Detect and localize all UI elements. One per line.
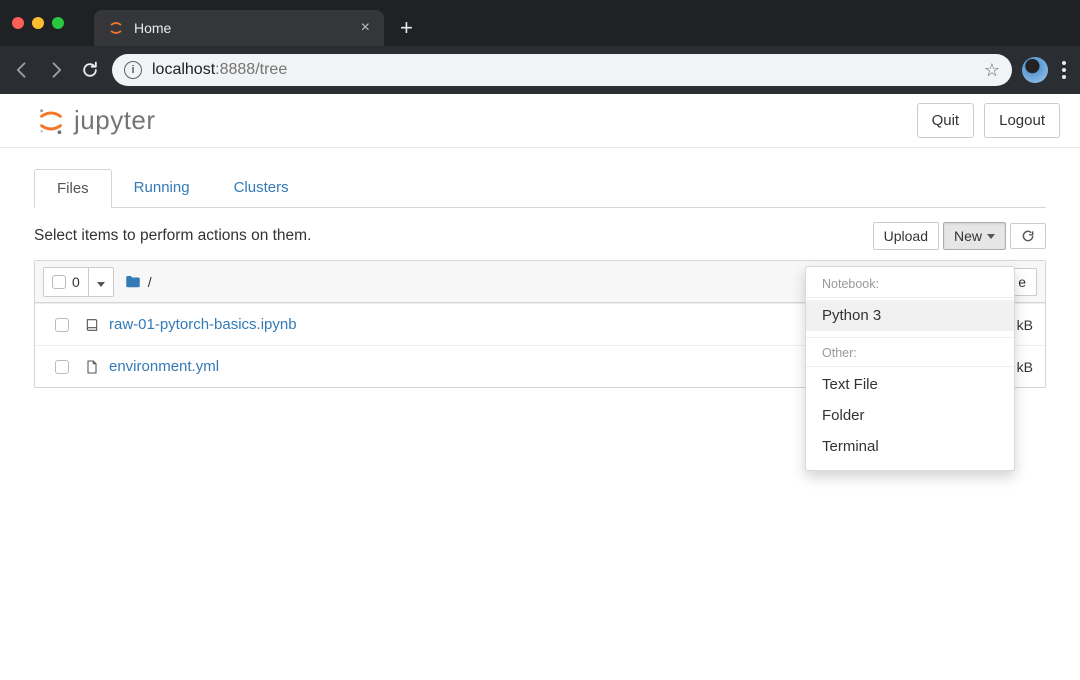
jupyter-favicon-icon [108, 20, 124, 36]
forward-button[interactable] [44, 58, 68, 82]
browser-menu-icon[interactable] [1058, 57, 1070, 83]
jupyter-wordmark: jupyter [74, 105, 156, 136]
window-minimize-button[interactable] [32, 17, 44, 29]
file-link[interactable]: raw-01-pytorch-basics.ipynb [109, 316, 297, 333]
window-zoom-button[interactable] [52, 17, 64, 29]
url-path: /tree [255, 61, 287, 78]
upload-button[interactable]: Upload [873, 222, 939, 250]
select-dropdown[interactable] [88, 268, 113, 296]
jupyter-header: jupyter Quit Logout [0, 94, 1080, 148]
profile-avatar[interactable] [1022, 57, 1048, 83]
url-port: :8888 [215, 61, 255, 78]
tab-files[interactable]: Files [34, 169, 112, 208]
new-tab-button[interactable]: + [384, 10, 429, 46]
file-size: kB [1017, 359, 1033, 375]
reload-button[interactable] [78, 58, 102, 82]
menu-item-textfile[interactable]: Text File [806, 369, 1014, 400]
new-button[interactable]: New [943, 222, 1006, 250]
row-checkbox[interactable] [55, 318, 69, 332]
browser-toolbar: i localhost:8888/tree ☆ [0, 46, 1080, 94]
url-text: localhost:8888/tree [152, 61, 984, 79]
tab-running[interactable]: Running [112, 169, 212, 208]
book-icon [83, 317, 101, 333]
site-info-icon[interactable]: i [124, 61, 142, 79]
refresh-icon [1021, 229, 1035, 243]
action-bar: Select items to perform actions on them.… [34, 222, 1046, 250]
file-size: kB [1017, 317, 1033, 333]
url-host: localhost [152, 61, 215, 78]
browser-tabstrip: Home × + [0, 0, 1080, 46]
address-bar[interactable]: i localhost:8888/tree ☆ [112, 54, 1012, 86]
jupyter-logo[interactable]: jupyter [36, 105, 156, 136]
sort-size-label-fragment: e [1018, 274, 1026, 290]
dashboard-tabs: Files Running Clusters [34, 168, 1046, 208]
select-all-group: 0 [43, 267, 114, 297]
quit-button[interactable]: Quit [917, 103, 975, 138]
refresh-button[interactable] [1010, 223, 1046, 249]
window-controls [0, 0, 76, 46]
close-tab-icon[interactable]: × [361, 19, 370, 37]
selected-count: 0 [72, 274, 88, 290]
browser-tab[interactable]: Home × [94, 10, 384, 46]
breadcrumb: / [124, 273, 152, 291]
dropdown-section-notebook: Notebook: [806, 273, 1014, 298]
row-checkbox[interactable] [55, 360, 69, 374]
window-close-button[interactable] [12, 17, 24, 29]
menu-item-terminal[interactable]: Terminal [806, 431, 1014, 462]
new-button-label: New [954, 228, 982, 244]
select-all-checkbox[interactable] [52, 275, 66, 289]
back-button[interactable] [10, 58, 34, 82]
logout-button[interactable]: Logout [984, 103, 1060, 138]
file-link[interactable]: environment.yml [109, 358, 219, 375]
dropdown-section-other: Other: [806, 337, 1014, 367]
folder-icon[interactable] [124, 273, 142, 291]
jupyter-logo-icon [36, 106, 66, 136]
tab-clusters[interactable]: Clusters [212, 169, 311, 208]
new-dropdown-menu: Notebook: Python 3 Other: Text File Fold… [805, 266, 1015, 471]
breadcrumb-root[interactable]: / [148, 274, 152, 290]
browser-tab-title: Home [134, 20, 361, 36]
file-icon [83, 359, 101, 375]
caret-down-icon [987, 234, 995, 239]
menu-item-folder[interactable]: Folder [806, 400, 1014, 431]
action-hint: Select items to perform actions on them. [34, 227, 311, 245]
bookmark-star-icon[interactable]: ☆ [984, 60, 1000, 81]
caret-down-icon [97, 282, 105, 287]
menu-item-python3[interactable]: Python 3 [806, 300, 1014, 331]
